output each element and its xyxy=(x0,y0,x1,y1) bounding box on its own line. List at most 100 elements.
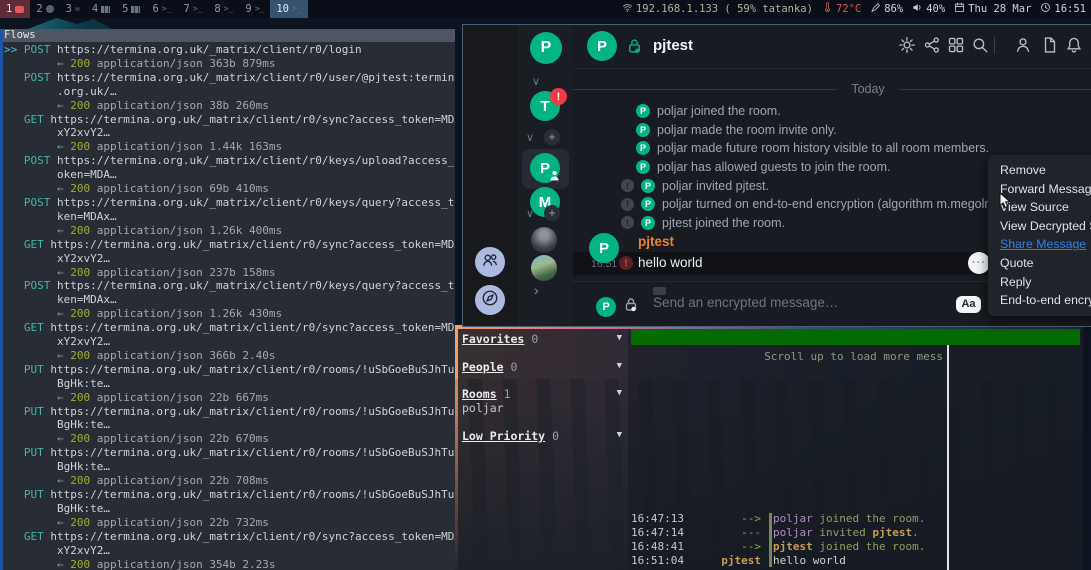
room-avatar-earth[interactable] xyxy=(531,255,557,281)
search-icon[interactable] xyxy=(971,36,989,54)
flow-row[interactable]: POST https://termina.org.uk/_matrix/clie… xyxy=(4,71,455,113)
flow-row[interactable]: GET https://termina.org.uk/_matrix/clien… xyxy=(4,530,455,570)
collapse-triangle-icon[interactable]: ▼ xyxy=(617,361,622,371)
flow-row[interactable]: POST https://termina.org.uk/_matrix/clie… xyxy=(4,279,455,321)
workspace-button-8[interactable]: 8 >_ xyxy=(208,0,239,18)
expand-chevron-icon[interactable]: › xyxy=(534,283,539,297)
chevron-down-icon[interactable]: ∨ xyxy=(532,77,540,88)
section-name: Low Priority xyxy=(462,429,545,443)
menu-item-quote[interactable]: Quote xyxy=(988,254,1091,273)
menu-item-reply[interactable]: Reply xyxy=(988,273,1091,292)
response-meta: application/json 1.26k 430ms xyxy=(90,307,282,320)
room-avatar[interactable]: P xyxy=(587,31,617,61)
status-brush: 86% xyxy=(870,2,903,16)
chat-message: pjtest joined the room. xyxy=(773,540,925,554)
room-avatar-tower[interactable] xyxy=(531,227,557,253)
buffer-item[interactable]: poljar xyxy=(462,401,622,415)
flow-url-continuation: xY2xvY2… xyxy=(4,126,455,140)
chat-messages: 16:47:13-->poljar joined the room.16:47:… xyxy=(631,512,947,568)
status-text: 86% xyxy=(884,3,903,15)
explore-button[interactable] xyxy=(475,285,505,315)
menu-item-end-to-end-encryp[interactable]: End-to-end encryp xyxy=(988,291,1091,310)
buffer-section-header[interactable]: Rooms1▼ xyxy=(462,387,622,401)
workspace-button-1[interactable]: 1 xyxy=(0,0,30,18)
members-button[interactable] xyxy=(475,247,505,277)
http-method: GET xyxy=(24,238,44,251)
selection-marker xyxy=(4,113,24,126)
flow-url: xY2xvY2… xyxy=(57,335,110,348)
message-input[interactable] xyxy=(651,294,905,311)
chat-prefix: --> xyxy=(695,512,761,526)
pad xyxy=(4,210,57,223)
response-arrow: ← xyxy=(57,391,70,404)
flow-row[interactable]: POST https://termina.org.uk/_matrix/clie… xyxy=(4,196,455,238)
flow-row[interactable]: GET https://termina.org.uk/_matrix/clien… xyxy=(4,321,455,363)
person-icon[interactable] xyxy=(1014,36,1032,54)
flow-row[interactable]: PUT https://termina.org.uk/_matrix/clien… xyxy=(4,405,455,447)
flow-row[interactable]: GET https://termina.org.uk/_matrix/clien… xyxy=(4,113,455,155)
chat-timestamp: 16:51:04 xyxy=(631,554,695,568)
collapse-triangle-icon[interactable]: ▼ xyxy=(617,333,622,343)
sender-avatar[interactable]: P xyxy=(589,233,619,263)
workspace-button-2[interactable]: 2 xyxy=(30,0,59,18)
flow-response-line: ← 200 application/json 354b 2.23s xyxy=(4,558,455,570)
add-room-icon[interactable]: + xyxy=(544,205,560,221)
chat-message-part: joined the room. xyxy=(813,512,926,525)
flow-row[interactable]: PUT https://termina.org.uk/_matrix/clien… xyxy=(4,488,455,530)
pad xyxy=(4,335,57,348)
space xyxy=(50,196,57,209)
flow-row[interactable]: >> POST https://termina.org.uk/_matrix/c… xyxy=(4,43,455,71)
buffer-section-header[interactable]: Favorites0▼ xyxy=(462,332,622,346)
format-button[interactable]: Aa xyxy=(956,296,981,313)
menu-item-view-decrypted-s[interactable]: View Decrypted S xyxy=(988,217,1091,236)
response-status: 200 xyxy=(70,432,90,445)
buffer-section-header[interactable]: Low Priority0▼ xyxy=(462,429,622,443)
workspace-button-5[interactable]: 5 xyxy=(116,0,146,18)
warning-icon: ! xyxy=(621,216,634,229)
file-icon[interactable] xyxy=(1041,36,1059,54)
user-avatar[interactable]: P xyxy=(530,32,562,64)
workspace-button-4[interactable]: 4 xyxy=(86,0,116,18)
response-arrow: ← xyxy=(57,140,70,153)
collapse-triangle-icon[interactable]: ▼ xyxy=(617,430,622,440)
flow-list[interactable]: >> POST https://termina.org.uk/_matrix/c… xyxy=(4,43,455,570)
flow-row[interactable]: POST https://termina.org.uk/_matrix/clie… xyxy=(4,154,455,196)
add-room-icon[interactable]: + xyxy=(544,129,560,145)
composer-lock-icon xyxy=(623,296,639,318)
workspace-button-6[interactable]: 6>_ xyxy=(146,0,177,18)
event-text: poljar invited pjtest. xyxy=(662,179,769,193)
chevron-down-icon[interactable]: ∨ xyxy=(526,133,534,144)
workspace-button-3[interactable]: 3✉ xyxy=(60,0,86,18)
chat-message-part: poljar xyxy=(773,512,813,525)
response-status: 200 xyxy=(70,266,90,279)
workspace-button-10[interactable]: 10>_ xyxy=(270,0,307,18)
gear-icon[interactable] xyxy=(898,36,916,54)
pad xyxy=(4,474,57,487)
chevron-down-icon[interactable]: ∨ xyxy=(526,209,534,220)
grid-icon[interactable] xyxy=(947,36,965,54)
menu-item-remove[interactable]: Remove xyxy=(988,161,1091,180)
flow-row[interactable]: PUT https://termina.org.uk/_matrix/clien… xyxy=(4,363,455,405)
window-focus-border xyxy=(0,29,3,570)
flow-row[interactable]: GET https://termina.org.uk/_matrix/clien… xyxy=(4,238,455,280)
flow-row[interactable]: PUT https://termina.org.uk/_matrix/clien… xyxy=(4,446,455,488)
menu-item-share-message[interactable]: Share Message xyxy=(988,235,1091,254)
response-status: 200 xyxy=(70,307,90,320)
sender-name[interactable]: pjtest xyxy=(638,234,674,249)
collapse-triangle-icon[interactable]: ▼ xyxy=(617,388,622,398)
terminal-icon: >_ xyxy=(224,5,234,13)
terminal-icon: >_ xyxy=(255,5,265,13)
message-context-menu: RemoveForward MessageView SourceView Dec… xyxy=(988,155,1091,316)
status-area: 192.168.1.133 ( 59% tatanka)72°C86%40%Th… xyxy=(622,2,1091,16)
flow-url: https://termina.org.uk/_matrix/client/r0… xyxy=(57,196,455,209)
workspace-button-9[interactable]: 9>_ xyxy=(239,0,270,18)
workspace-number: 8 xyxy=(214,3,220,15)
flow-url: https://termina.org.uk/_matrix/client/r0… xyxy=(50,113,455,126)
bell-icon[interactable] xyxy=(1065,36,1083,54)
share-icon[interactable] xyxy=(923,36,941,54)
buffer-section-header[interactable]: People0▼ xyxy=(462,360,622,374)
message-options-button[interactable]: ··· xyxy=(968,252,990,274)
workspace-button-7[interactable]: 7>_ xyxy=(177,0,208,18)
response-status: 200 xyxy=(70,349,90,362)
response-arrow: ← xyxy=(57,307,70,320)
